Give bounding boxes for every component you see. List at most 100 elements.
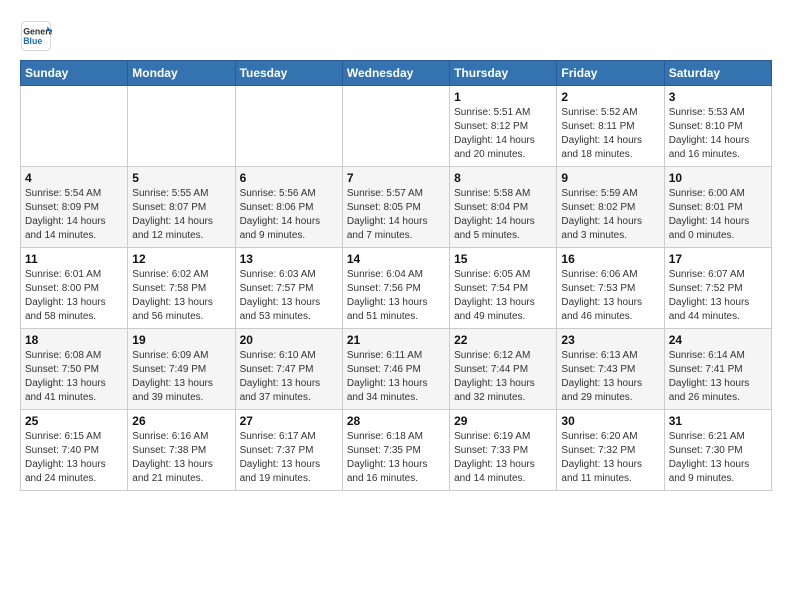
calendar-cell: 25 Sunrise: 6:15 AM Sunset: 7:40 PM Dayli… [21, 410, 128, 491]
day-number: 24 [669, 333, 767, 347]
day-info: Sunrise: 5:58 AM Sunset: 8:04 PM Dayligh… [454, 187, 552, 243]
page-header: General Blue [20, 20, 772, 52]
day-info: Sunrise: 6:21 AM Sunset: 7:30 PM Dayligh… [669, 430, 767, 486]
day-number: 2 [561, 90, 659, 104]
day-info: Sunrise: 6:05 AM Sunset: 7:54 PM Dayligh… [454, 268, 552, 324]
calendar-cell: 19 Sunrise: 6:09 AM Sunset: 7:49 PM Dayli… [128, 329, 235, 410]
day-number: 27 [240, 414, 338, 428]
day-number: 13 [240, 252, 338, 266]
calendar-cell: 30 Sunrise: 6:20 AM Sunset: 7:32 PM Dayli… [557, 410, 664, 491]
day-number: 9 [561, 171, 659, 185]
day-number: 7 [347, 171, 445, 185]
weekday-header: Sunday [21, 61, 128, 86]
day-number: 10 [669, 171, 767, 185]
calendar-header: SundayMondayTuesdayWednesdayThursdayFrid… [21, 61, 772, 86]
day-info: Sunrise: 6:06 AM Sunset: 7:53 PM Dayligh… [561, 268, 659, 324]
day-number: 28 [347, 414, 445, 428]
calendar-cell: 2 Sunrise: 5:52 AM Sunset: 8:11 PM Daylig… [557, 86, 664, 167]
day-number: 22 [454, 333, 552, 347]
day-info: Sunrise: 6:13 AM Sunset: 7:43 PM Dayligh… [561, 349, 659, 405]
day-info: Sunrise: 6:08 AM Sunset: 7:50 PM Dayligh… [25, 349, 123, 405]
calendar-cell: 18Sunrise: 6:08 AM Sunset: 7:50 PM Dayli… [21, 329, 128, 410]
calendar-cell: 4 Sunrise: 5:54 AM Sunset: 8:09 PM Daylig… [21, 167, 128, 248]
day-number: 29 [454, 414, 552, 428]
calendar-cell: 1 Sunrise: 5:51 AM Sunset: 8:12 PM Daylig… [450, 86, 557, 167]
day-info: Sunrise: 5:54 AM Sunset: 8:09 PM Dayligh… [25, 187, 123, 243]
svg-text:Blue: Blue [23, 36, 42, 46]
day-number: 25 [25, 414, 123, 428]
calendar-cell: 26Sunrise: 6:16 AM Sunset: 7:38 PM Dayli… [128, 410, 235, 491]
day-info: Sunrise: 6:09 AM Sunset: 7:49 PM Dayligh… [132, 349, 230, 405]
calendar-table: SundayMondayTuesdayWednesdayThursdayFrid… [20, 60, 772, 491]
day-info: Sunrise: 6:11 AM Sunset: 7:46 PM Dayligh… [347, 349, 445, 405]
calendar-cell: 13 Sunrise: 6:03 AM Sunset: 7:57 PM Dayli… [235, 248, 342, 329]
calendar-cell: 10Sunrise: 6:00 AM Sunset: 8:01 PM Dayli… [664, 167, 771, 248]
day-info: Sunrise: 6:17 AM Sunset: 7:37 PM Dayligh… [240, 430, 338, 486]
calendar-cell: 27 Sunrise: 6:17 AM Sunset: 7:37 PM Dayli… [235, 410, 342, 491]
weekday-header: Saturday [664, 61, 771, 86]
calendar-cell: 8 Sunrise: 5:58 AM Sunset: 8:04 PM Daylig… [450, 167, 557, 248]
day-info: Sunrise: 5:59 AM Sunset: 8:02 PM Dayligh… [561, 187, 659, 243]
day-number: 16 [561, 252, 659, 266]
day-number: 5 [132, 171, 230, 185]
weekday-header: Thursday [450, 61, 557, 86]
calendar-cell [128, 86, 235, 167]
calendar-week-row: 4 Sunrise: 5:54 AM Sunset: 8:09 PM Daylig… [21, 167, 772, 248]
day-info: Sunrise: 5:56 AM Sunset: 8:06 PM Dayligh… [240, 187, 338, 243]
day-number: 31 [669, 414, 767, 428]
calendar-week-row: 11 Sunrise: 6:01 AM Sunset: 8:00 PM Dayli… [21, 248, 772, 329]
day-number: 23 [561, 333, 659, 347]
day-info: Sunrise: 6:03 AM Sunset: 7:57 PM Dayligh… [240, 268, 338, 324]
day-number: 3 [669, 90, 767, 104]
day-number: 30 [561, 414, 659, 428]
calendar-cell: 16 Sunrise: 6:06 AM Sunset: 7:53 PM Dayli… [557, 248, 664, 329]
day-info: Sunrise: 5:57 AM Sunset: 8:05 PM Dayligh… [347, 187, 445, 243]
day-number: 19 [132, 333, 230, 347]
calendar-cell: 15 Sunrise: 6:05 AM Sunset: 7:54 PM Dayli… [450, 248, 557, 329]
day-number: 1 [454, 90, 552, 104]
day-info: Sunrise: 6:18 AM Sunset: 7:35 PM Dayligh… [347, 430, 445, 486]
day-info: Sunrise: 6:01 AM Sunset: 8:00 PM Dayligh… [25, 268, 123, 324]
day-number: 4 [25, 171, 123, 185]
day-number: 15 [454, 252, 552, 266]
calendar-cell: 28 Sunrise: 6:18 AM Sunset: 7:35 PM Dayli… [342, 410, 449, 491]
weekday-header: Friday [557, 61, 664, 86]
calendar-cell: 22Sunrise: 6:12 AM Sunset: 7:44 PM Dayli… [450, 329, 557, 410]
calendar-cell: 6Sunrise: 5:56 AM Sunset: 8:06 PM Daylig… [235, 167, 342, 248]
calendar-cell [342, 86, 449, 167]
calendar-cell: 24 Sunrise: 6:14 AM Sunset: 7:41 PM Dayli… [664, 329, 771, 410]
calendar-cell: 23 Sunrise: 6:13 AM Sunset: 7:43 PM Dayli… [557, 329, 664, 410]
calendar-cell: 5 Sunrise: 5:55 AM Sunset: 8:07 PM Daylig… [128, 167, 235, 248]
calendar-cell [235, 86, 342, 167]
day-info: Sunrise: 6:10 AM Sunset: 7:47 PM Dayligh… [240, 349, 338, 405]
logo-icon: General Blue [20, 20, 52, 52]
calendar-cell: 3 Sunrise: 5:53 AM Sunset: 8:10 PM Daylig… [664, 86, 771, 167]
calendar-cell: 14Sunrise: 6:04 AM Sunset: 7:56 PM Dayli… [342, 248, 449, 329]
day-info: Sunrise: 5:52 AM Sunset: 8:11 PM Dayligh… [561, 106, 659, 162]
day-info: Sunrise: 5:53 AM Sunset: 8:10 PM Dayligh… [669, 106, 767, 162]
day-number: 20 [240, 333, 338, 347]
day-info: Sunrise: 6:07 AM Sunset: 7:52 PM Dayligh… [669, 268, 767, 324]
day-info: Sunrise: 6:16 AM Sunset: 7:38 PM Dayligh… [132, 430, 230, 486]
day-info: Sunrise: 6:20 AM Sunset: 7:32 PM Dayligh… [561, 430, 659, 486]
day-number: 12 [132, 252, 230, 266]
day-number: 11 [25, 252, 123, 266]
day-info: Sunrise: 5:55 AM Sunset: 8:07 PM Dayligh… [132, 187, 230, 243]
calendar-cell: 31 Sunrise: 6:21 AM Sunset: 7:30 PM Dayli… [664, 410, 771, 491]
day-number: 8 [454, 171, 552, 185]
day-info: Sunrise: 6:02 AM Sunset: 7:58 PM Dayligh… [132, 268, 230, 324]
calendar-cell: 20 Sunrise: 6:10 AM Sunset: 7:47 PM Dayli… [235, 329, 342, 410]
weekday-header: Monday [128, 61, 235, 86]
day-info: Sunrise: 6:19 AM Sunset: 7:33 PM Dayligh… [454, 430, 552, 486]
day-info: Sunrise: 6:14 AM Sunset: 7:41 PM Dayligh… [669, 349, 767, 405]
calendar-cell: 17Sunrise: 6:07 AM Sunset: 7:52 PM Dayli… [664, 248, 771, 329]
logo: General Blue [20, 20, 58, 52]
calendar-cell: 12 Sunrise: 6:02 AM Sunset: 7:58 PM Dayli… [128, 248, 235, 329]
calendar-week-row: 18Sunrise: 6:08 AM Sunset: 7:50 PM Dayli… [21, 329, 772, 410]
day-info: Sunrise: 6:15 AM Sunset: 7:40 PM Dayligh… [25, 430, 123, 486]
day-info: Sunrise: 5:51 AM Sunset: 8:12 PM Dayligh… [454, 106, 552, 162]
calendar-cell: 9 Sunrise: 5:59 AM Sunset: 8:02 PM Daylig… [557, 167, 664, 248]
calendar-cell: 7 Sunrise: 5:57 AM Sunset: 8:05 PM Daylig… [342, 167, 449, 248]
day-info: Sunrise: 6:04 AM Sunset: 7:56 PM Dayligh… [347, 268, 445, 324]
calendar-week-row: 25 Sunrise: 6:15 AM Sunset: 7:40 PM Dayli… [21, 410, 772, 491]
